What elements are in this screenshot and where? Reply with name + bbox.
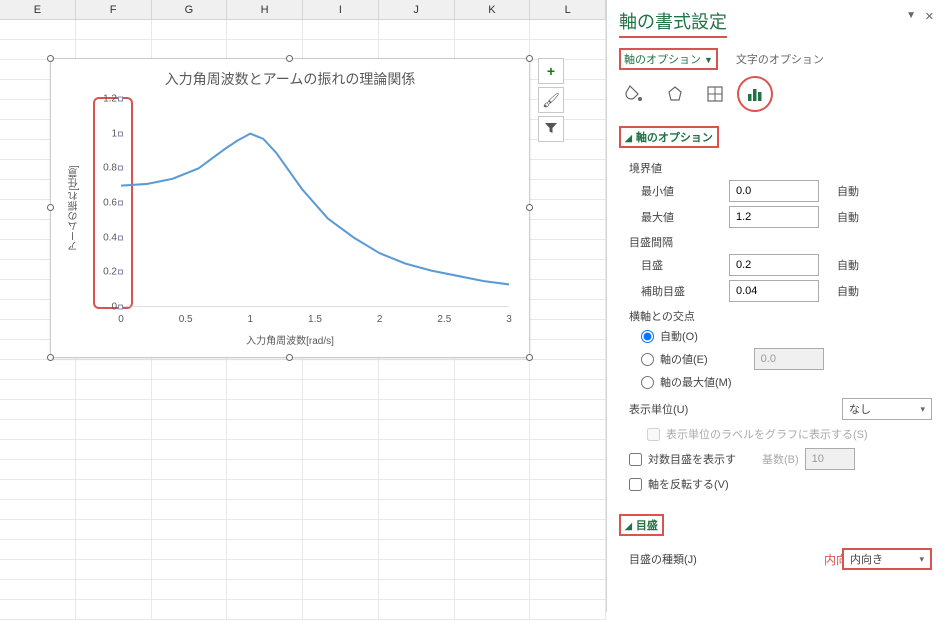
units-label: 目盛間隔 [629,234,932,250]
x-tick-label: 1 [248,314,254,325]
y-tick-label: 1 [89,128,117,139]
resize-handle[interactable] [47,354,54,361]
y-tick-label: 0 [89,302,117,313]
col-header[interactable]: H [227,0,303,19]
minor-auto[interactable]: 自動 [837,283,859,299]
chart-side-buttons: + 🖌 [538,58,564,142]
display-unit-select[interactable]: なし▾ [842,398,932,420]
log-base-input [805,448,855,470]
fill-line-tab-icon[interactable] [623,82,647,106]
max-auto[interactable]: 自動 [837,209,859,225]
min-label: 最小値 [641,183,721,199]
display-unit-label-checkbox [647,428,660,441]
chart-filter-button[interactable] [538,116,564,142]
resize-handle[interactable] [526,55,533,62]
tick-type-label: 目盛の種類(J) [629,551,697,567]
col-header[interactable]: F [76,0,152,19]
size-properties-tab-icon[interactable] [703,82,727,106]
chart-styles-button[interactable]: 🖌 [538,87,564,113]
plus-icon: + [547,63,555,79]
y-tick-label: 1.2 [89,94,117,105]
y-tick-selection-handle [118,305,123,310]
cross-auto-radio[interactable] [641,330,654,343]
col-header[interactable]: J [379,0,455,19]
chart-add-element-button[interactable]: + [538,58,564,84]
resize-handle[interactable] [47,55,54,62]
max-label: 最大値 [641,209,721,225]
x-tick-label: 0.5 [179,314,193,325]
brush-icon: 🖌 [542,92,560,109]
reverse-axis-checkbox[interactable] [629,478,642,491]
x-tick-label: 2.5 [437,314,451,325]
display-unit-label-text: 表示単位のラベルをグラフに表示する(S) [666,426,868,442]
axis-options-tab-icon[interactable] [743,82,767,106]
tick-type-select[interactable]: 内向き▾ [842,548,932,570]
funnel-icon [544,121,558,138]
resize-handle[interactable] [286,354,293,361]
col-header[interactable]: I [303,0,379,19]
x-tick-label: 0 [118,314,124,325]
y-tick-selection-handle [118,235,123,240]
chart-title[interactable]: 入力角周波数とアームの振れの理論関係 [51,59,529,93]
y-tick-label: 0.8 [89,163,117,174]
cross-auto-label: 自動(O) [660,328,698,344]
reverse-axis-label: 軸を反転する(V) [648,476,729,492]
resize-handle[interactable] [47,204,54,211]
display-unit-label: 表示単位(U) [629,401,688,417]
y-axis-label[interactable]: アームの振れ[任意] [67,165,82,251]
tick-marks-section-header[interactable]: ◢目盛 [619,514,664,536]
resize-handle[interactable] [526,204,533,211]
log-scale-checkbox[interactable] [629,453,642,466]
col-header[interactable]: K [455,0,531,19]
resize-handle[interactable] [286,55,293,62]
log-base-label: 基数(B) [762,451,799,467]
min-input[interactable] [729,180,819,202]
chart-svg [121,99,509,307]
y-tick-label: 0.6 [89,198,117,209]
axis-options-category[interactable]: 軸のオプション▼ [619,48,718,70]
major-auto[interactable]: 自動 [837,257,859,273]
minor-unit-input[interactable] [729,280,819,302]
format-axis-pane: ▼ ✕ 軸の書式設定 軸のオプション▼ 文字のオプション ◢軸のオプション 境界… [606,0,944,612]
max-input[interactable] [729,206,819,228]
y-tick-selection-handle [118,201,123,206]
cross-max-radio[interactable] [641,376,654,389]
bounds-label: 境界値 [629,160,932,176]
y-tick-label: 0.4 [89,232,117,243]
y-tick-selection-handle [118,97,123,102]
minor-unit-label: 補助目盛 [641,283,721,299]
pane-dropdown-icon[interactable]: ▼ [906,10,916,21]
major-unit-label: 目盛 [641,257,721,273]
chart-object[interactable]: 入力角周波数とアームの振れの理論関係 アームの振れ[任意] 入力角周波数[rad… [50,58,530,358]
cross-value-radio[interactable] [641,353,654,366]
col-header[interactable]: G [152,0,228,19]
x-tick-label: 3 [506,314,512,325]
y-tick-selection-handle [118,270,123,275]
min-auto[interactable]: 自動 [837,183,859,199]
column-headers: E F G H I J K L [0,0,606,20]
close-pane-button[interactable]: ✕ [925,10,934,23]
col-header[interactable]: L [530,0,606,19]
pane-title: 軸の書式設定 [619,8,727,38]
text-options-category[interactable]: 文字のオプション [736,51,824,67]
resize-handle[interactable] [526,354,533,361]
spreadsheet-area: E F G H I J K L // rows generated after … [0,0,606,612]
x-tick-label: 2 [377,314,383,325]
plot-area[interactable]: 00.20.40.60.811.2 00.511.522.53 [121,99,509,307]
x-tick-label: 1.5 [308,314,322,325]
effects-tab-icon[interactable] [663,82,687,106]
cross-max-label: 軸の最大値(M) [660,374,732,390]
x-axis-label[interactable]: 入力角周波数[rad/s] [246,332,334,347]
cross-value-input [754,348,824,370]
log-scale-label: 対数目盛を表示す [648,451,736,467]
y-tick-selection-handle [118,131,123,136]
axis-options-section-header[interactable]: ◢軸のオプション [619,126,719,148]
col-header[interactable]: E [0,0,76,19]
y-tick-label: 0.2 [89,267,117,278]
major-unit-input[interactable] [729,254,819,276]
y-tick-selection-handle [118,166,123,171]
cross-value-label: 軸の値(E) [660,351,708,367]
crosses-label: 横軸との交点 [629,308,932,324]
